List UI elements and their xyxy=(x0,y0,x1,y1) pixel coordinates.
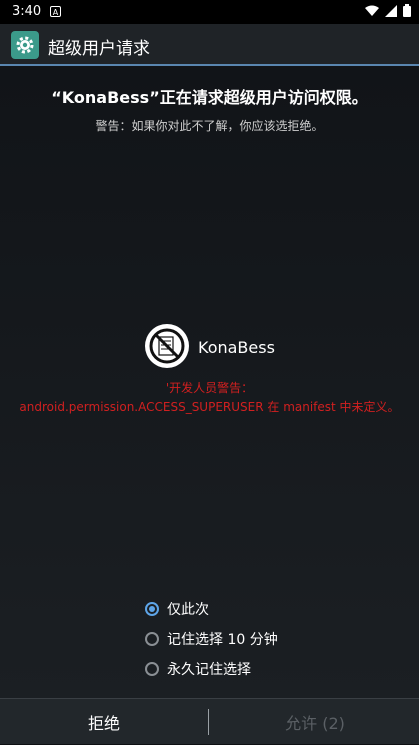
developer-warning-title: '开发人员警告： xyxy=(165,381,254,395)
radio-button[interactable] xyxy=(145,662,159,676)
option-forever[interactable]: 永久记住选择 xyxy=(145,658,251,680)
battery-icon xyxy=(403,4,411,17)
option-label: 永久记住选择 xyxy=(167,662,251,678)
radio-button-checked[interactable] xyxy=(145,602,159,616)
app-title: 超级用户请求 xyxy=(48,39,150,59)
developer-warning: '开发人员警告： android.permission.ACCESS_SUPER… xyxy=(0,379,419,417)
deny-button[interactable]: 拒绝 xyxy=(0,699,208,745)
a-icon: A xyxy=(50,6,61,17)
no-symbol-icon xyxy=(145,324,189,368)
status-time: 3:40 xyxy=(12,4,42,19)
action-bar: 拒绝 允许 (2) xyxy=(0,698,419,744)
radio-button[interactable] xyxy=(145,632,159,646)
option-once[interactable]: 仅此次 xyxy=(145,598,209,620)
request-content: “KonaBess”正在请求超级用户访问权限。 警告：如果你对此不了解，你应该选… xyxy=(0,66,419,698)
app-name: KonaBess xyxy=(198,338,275,357)
app-bar: 超级用户请求 xyxy=(0,24,419,66)
button-divider xyxy=(208,709,209,735)
status-icons xyxy=(365,4,411,17)
option-10-minutes[interactable]: 记住选择 10 分钟 xyxy=(145,628,278,650)
option-label: 记住选择 10 分钟 xyxy=(167,632,278,648)
gear-icon xyxy=(11,31,39,59)
wifi-icon xyxy=(365,5,379,16)
status-bar: 3:40 A xyxy=(0,0,419,24)
request-title: “KonaBess”正在请求超级用户访问权限。 xyxy=(51,88,368,107)
allow-button[interactable]: 允许 (2) xyxy=(211,699,419,745)
signal-icon xyxy=(385,4,397,17)
request-warning: 警告：如果你对此不了解，你应该选拒绝。 xyxy=(95,119,324,133)
option-label: 仅此次 xyxy=(167,602,209,618)
developer-warning-detail: android.permission.ACCESS_SUPERUSER 在 ma… xyxy=(19,400,400,414)
